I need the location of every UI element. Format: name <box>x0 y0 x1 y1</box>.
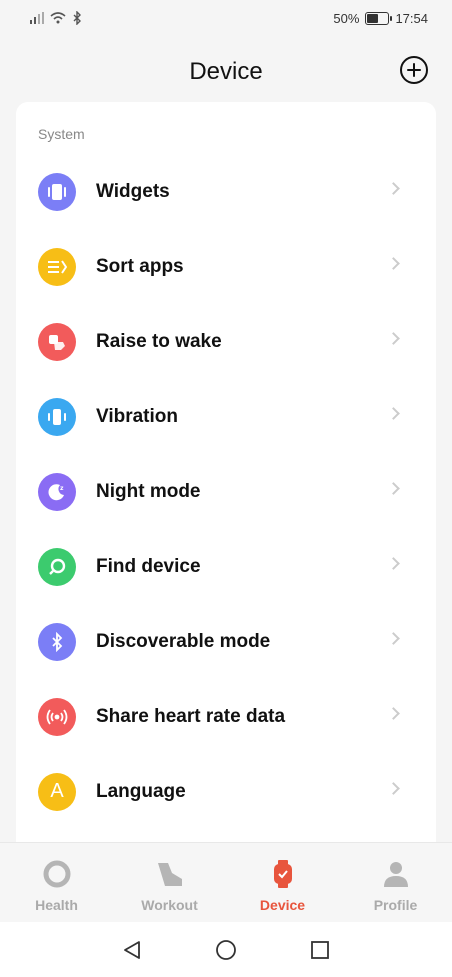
raise-to-wake-icon <box>38 322 76 361</box>
language-glyph: A <box>50 780 64 802</box>
tab-label: Device <box>259 897 306 913</box>
watch-icon <box>273 860 292 888</box>
settings-item-label: Language <box>96 780 186 802</box>
settings-item-vibration[interactable]: Vibration <box>16 379 436 454</box>
chevron-right-icon <box>387 782 400 795</box>
tab-label: Health <box>35 897 78 913</box>
settings-item-sort-apps[interactable]: Sort apps <box>16 229 436 304</box>
broadcast-icon <box>38 697 76 736</box>
search-icon <box>38 547 76 586</box>
chevron-right-icon <box>387 707 400 720</box>
settings-item-label: Night mode <box>96 480 201 502</box>
chevron-right-icon <box>387 557 400 570</box>
wifi-icon <box>50 12 66 24</box>
language-icon: A <box>38 772 76 811</box>
bluetooth-icon <box>38 622 76 661</box>
settings-item-label: Sort apps <box>96 255 184 277</box>
status-bar: 50% 17:54 <box>0 0 452 36</box>
settings-item-night-mode[interactable]: z Night mode <box>16 454 436 529</box>
recents-icon[interactable] <box>309 939 331 961</box>
bottom-tab-bar: Health Workout Device Profile <box>0 842 452 922</box>
battery-icon <box>365 11 393 25</box>
settings-item-find-device[interactable]: Find device <box>16 529 436 604</box>
settings-item-share-heart-rate[interactable]: Share heart rate data <box>16 679 436 754</box>
health-icon <box>43 860 70 888</box>
add-device-button[interactable] <box>400 56 428 84</box>
status-icons-left <box>30 11 82 25</box>
chevron-right-icon <box>387 482 400 495</box>
status-icons-right: 50% 17:54 <box>333 11 428 26</box>
battery-percent: 50% <box>333 10 360 26</box>
vibration-icon <box>38 397 76 436</box>
settings-list: Widgets Sort apps Raise to wake Vibratio… <box>16 154 436 829</box>
moon-icon: z <box>38 472 76 511</box>
settings-item-label: Find device <box>96 555 201 577</box>
settings-item-label: Share heart rate data <box>96 705 286 727</box>
settings-item-label: Raise to wake <box>96 330 222 352</box>
chevron-right-icon <box>387 632 400 645</box>
chevron-right-icon <box>387 257 400 270</box>
widgets-icon <box>38 172 76 211</box>
section-label: System <box>38 126 85 142</box>
settings-item-discoverable-mode[interactable]: Discoverable mode <box>16 604 436 679</box>
sort-apps-icon <box>38 247 76 286</box>
page-header: Device <box>0 44 452 100</box>
settings-item-language[interactable]: A Language <box>16 754 436 829</box>
settings-item-label: Discoverable mode <box>96 630 271 652</box>
signal-icon <box>30 12 44 24</box>
chevron-right-icon <box>387 332 400 345</box>
home-icon[interactable] <box>215 939 237 961</box>
tab-label: Profile <box>373 897 418 913</box>
system-nav-bar <box>0 922 452 977</box>
tab-workout[interactable]: Workout <box>113 843 226 922</box>
settings-item-raise-to-wake[interactable]: Raise to wake <box>16 304 436 379</box>
back-icon[interactable] <box>121 939 143 961</box>
settings-item-label: Widgets <box>96 180 170 202</box>
page-title: Device <box>189 58 263 85</box>
svg-text:z: z <box>60 485 64 492</box>
chevron-right-icon <box>387 182 400 195</box>
settings-item-label: Vibration <box>96 405 178 427</box>
tab-profile[interactable]: Profile <box>339 843 452 922</box>
profile-icon <box>383 862 408 887</box>
clock: 17:54 <box>395 10 428 26</box>
tab-device[interactable]: Device <box>226 843 339 922</box>
chevron-right-icon <box>387 407 400 420</box>
workout-icon <box>157 863 182 886</box>
bluetooth-status-icon <box>73 11 81 25</box>
tab-health[interactable]: Health <box>0 843 113 922</box>
settings-card: System Widgets Sort apps Raise to wake V… <box>16 102 436 842</box>
tab-label: Workout <box>141 897 198 913</box>
settings-item-widgets[interactable]: Widgets <box>16 154 436 229</box>
